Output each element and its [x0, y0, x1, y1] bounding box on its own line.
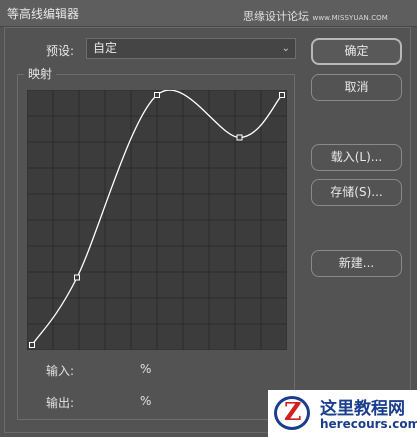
curve-point-handle[interactable] [279, 92, 285, 98]
window-title: 等高线编辑器 [7, 7, 80, 21]
input-label: 输入: [46, 364, 75, 378]
input-unit: % [140, 362, 152, 376]
site-logo-icon [274, 396, 310, 430]
curve-point-handle[interactable] [236, 134, 243, 141]
site-name: 这里教程网 [320, 399, 405, 419]
curve-point-handle[interactable] [29, 342, 35, 348]
title-bar: 等高线编辑器 思缘设计论坛 www.MISSYUAN.COM [0, 0, 417, 27]
load-button[interactable]: 载入(L)... [311, 144, 402, 171]
site-url: herecours.com [320, 417, 417, 431]
curve-graph[interactable] [27, 90, 287, 350]
watermark: 思缘设计论坛 www.MISSYUAN.COM [243, 8, 388, 24]
mapping-label: 映射 [24, 65, 57, 82]
curve-point-handle[interactable] [154, 92, 160, 98]
curve-point-handle[interactable] [74, 274, 80, 281]
ok-button[interactable]: 确定 [311, 38, 402, 65]
preset-value: 自定 [93, 41, 118, 55]
watermark-url: www.MISSYUAN.COM [312, 14, 388, 22]
cancel-button[interactable]: 取消 [311, 74, 402, 101]
preset-dropdown[interactable]: 自定 ⌄ [86, 38, 296, 59]
preset-label: 预设: [46, 44, 75, 58]
new-button[interactable]: 新建... [311, 250, 402, 277]
chevron-down-icon: ⌄ [281, 43, 290, 54]
save-button[interactable]: 存储(S)... [311, 179, 402, 206]
output-unit: % [140, 394, 152, 408]
watermark-text: 思缘设计论坛 [243, 10, 309, 23]
site-badge: 这里教程网 herecours.com [268, 390, 417, 437]
output-label: 输出: [46, 396, 75, 410]
